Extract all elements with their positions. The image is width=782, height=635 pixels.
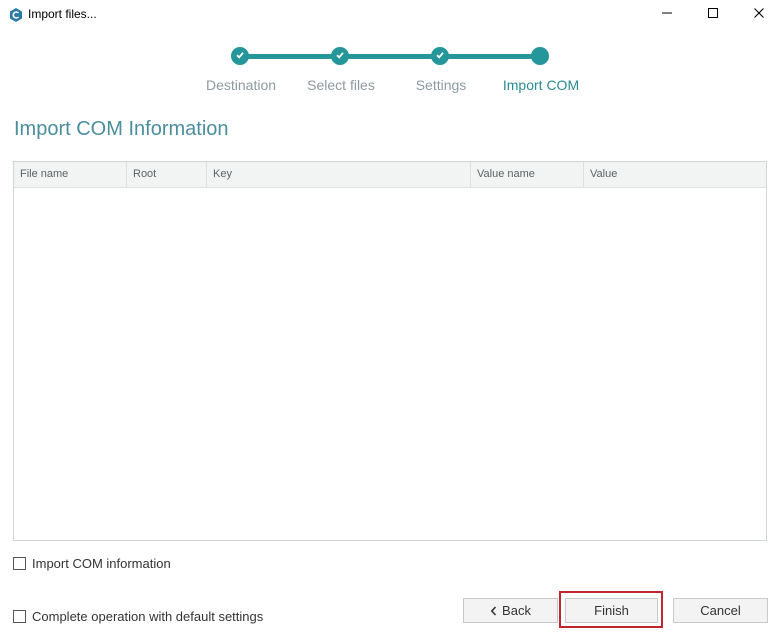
step-node-import-com xyxy=(531,47,549,65)
step-node-select-files xyxy=(331,47,349,65)
finish-button[interactable]: Finish xyxy=(565,598,658,623)
check-icon xyxy=(335,47,345,65)
title-bar: Import files... xyxy=(0,0,782,30)
default-settings-label: Complete operation with default settings xyxy=(32,609,264,624)
default-settings-checkbox[interactable] xyxy=(13,610,26,623)
check-icon xyxy=(235,47,245,65)
cancel-button[interactable]: Cancel xyxy=(673,598,768,623)
stepper-track xyxy=(240,54,540,59)
step-node-settings xyxy=(431,47,449,65)
back-button[interactable]: Back xyxy=(463,598,558,623)
column-header-key[interactable]: Key xyxy=(207,162,471,187)
wizard-stepper: Destination Select files Settings Import… xyxy=(0,40,782,100)
import-com-checkbox[interactable] xyxy=(13,557,26,570)
step-label-settings: Settings xyxy=(415,77,467,93)
table-header: File name Root Key Value name Value xyxy=(14,162,766,188)
minimize-button[interactable] xyxy=(644,0,690,30)
page-title: Import COM Information xyxy=(14,118,229,140)
column-header-file-name[interactable]: File name xyxy=(14,162,127,187)
step-label-destination: Destination xyxy=(205,77,277,93)
check-icon xyxy=(435,47,445,65)
import-com-label: Import COM information xyxy=(32,556,171,571)
maximize-icon xyxy=(707,6,719,24)
step-node-destination xyxy=(231,47,249,65)
window-title: Import files... xyxy=(28,7,97,21)
column-header-root[interactable]: Root xyxy=(127,162,207,187)
close-icon xyxy=(753,6,765,24)
column-header-value[interactable]: Value xyxy=(584,162,766,187)
default-settings-option[interactable]: Complete operation with default settings xyxy=(13,609,263,624)
step-label-select-files: Select files xyxy=(307,77,375,93)
back-button-label: Back xyxy=(502,603,531,618)
com-info-table[interactable]: File name Root Key Value name Value xyxy=(13,161,767,541)
column-header-value-name[interactable]: Value name xyxy=(471,162,584,187)
close-button[interactable] xyxy=(736,0,782,30)
import-com-option[interactable]: Import COM information xyxy=(13,556,171,571)
minimize-icon xyxy=(661,6,673,24)
maximize-button[interactable] xyxy=(690,0,736,30)
app-icon xyxy=(8,7,24,23)
step-label-import-com: Import COM xyxy=(502,77,580,93)
chevron-left-icon xyxy=(490,605,497,616)
